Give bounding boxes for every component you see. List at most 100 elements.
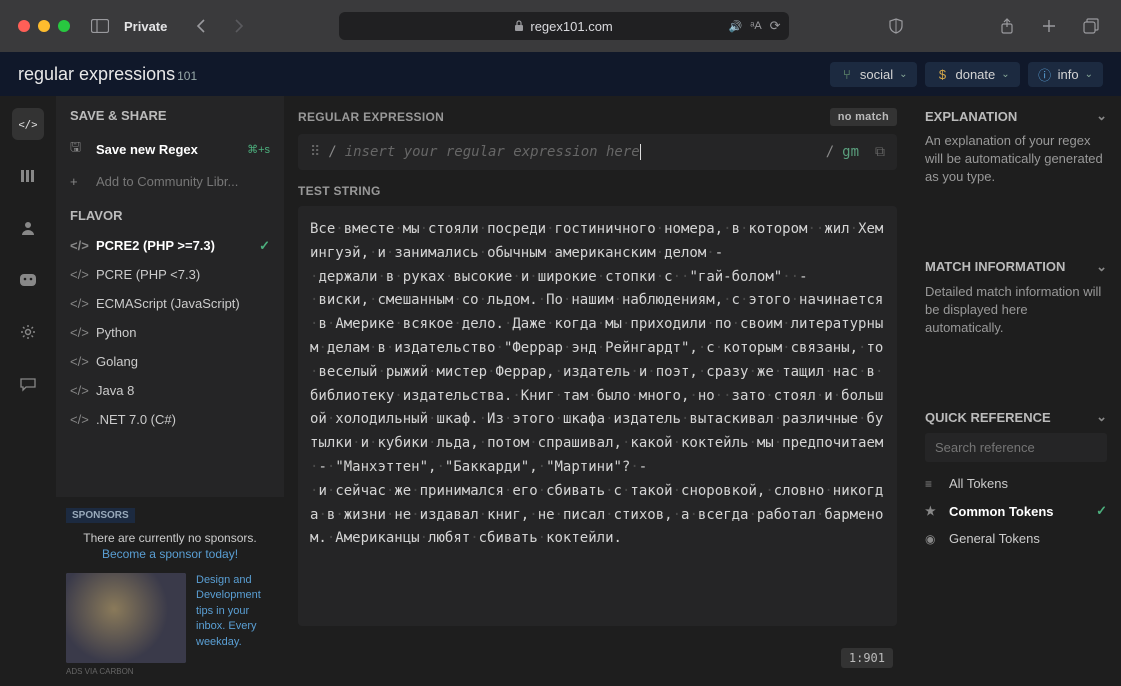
sponsors-badge: SPONSORS [66, 508, 135, 523]
flavor-java[interactable]: </>Java 8 [56, 376, 284, 405]
code-icon: </> [70, 412, 86, 427]
audio-icon[interactable]: 🔊 [729, 20, 743, 33]
save-new-regex[interactable]: 🖫 Save new Regex ⌘+s [56, 131, 284, 167]
test-string-label: TEST STRING [298, 184, 897, 198]
code-icon: </> [70, 325, 86, 340]
sponsors-panel: SPONSORS There are currently no sponsors… [56, 497, 284, 686]
info-menu[interactable]: ⓘinfo⌄ [1028, 62, 1103, 87]
carbon-label: ADS VIA CARBON [66, 667, 274, 676]
new-tab-icon[interactable] [1037, 14, 1061, 38]
quick-ref-search[interactable] [925, 433, 1107, 462]
rail-chat-icon[interactable] [12, 368, 44, 400]
rail-regex-icon[interactable]: </> [12, 108, 44, 140]
translate-icon[interactable]: ᵃA [750, 20, 761, 32]
cursor-position: 1:901 [841, 648, 893, 668]
test-string-section: TEST STRING Все·вместе·мы·стояли·посреди… [298, 184, 897, 626]
ref-all-tokens[interactable]: ≡All Tokens [925, 470, 1107, 497]
copy-icon[interactable]: ⧉ [875, 144, 885, 160]
traffic-lights [18, 20, 70, 32]
sponsors-none: There are currently no sponsors. [66, 531, 274, 545]
circle-icon: ◉ [925, 532, 939, 546]
explanation-header[interactable]: EXPLANATION⌄ [925, 108, 1107, 124]
add-community[interactable]: + Add to Community Libr... [56, 167, 284, 196]
rail-settings-icon[interactable] [12, 316, 44, 348]
match-info-section: MATCH INFORMATION⌄ Detailed match inform… [925, 259, 1107, 338]
reload-icon[interactable]: ⟳ [770, 18, 781, 34]
flavor-ecmascript[interactable]: </>ECMAScript (JavaScript) [56, 289, 284, 318]
flavor-golang[interactable]: </>Golang [56, 347, 284, 376]
save-share-header: SAVE & SHARE [56, 96, 284, 131]
code-icon: </> [70, 383, 86, 398]
sidebar: SAVE & SHARE 🖫 Save new Regex ⌘+s + Add … [56, 96, 284, 686]
url-bar[interactable]: regex101.com 🔊 ᵃA ⟳ [339, 12, 789, 40]
carbon-ad[interactable]: Design and Development tips in your inbo… [66, 573, 274, 663]
app-header: regular expressions101 ⑂social⌄ $donate⌄… [0, 52, 1121, 96]
code-icon: </> [70, 354, 86, 369]
ref-general-tokens[interactable]: ◉General Tokens [925, 525, 1107, 552]
left-rail: </> [0, 96, 56, 686]
url-text: regex101.com [530, 19, 612, 34]
lock-icon [514, 20, 524, 32]
flavor-pcre2[interactable]: </>PCRE2 (PHP >=7.3)✓ [56, 231, 284, 260]
ad-image [66, 573, 186, 663]
star-icon: ★ [925, 504, 939, 518]
explanation-body: An explanation of your regex will be aut… [925, 132, 1107, 187]
code-icon: </> [70, 296, 86, 311]
chevron-down-icon: ⌄ [899, 69, 907, 80]
sidebar-toggle-icon[interactable] [88, 14, 112, 38]
regex-input[interactable]: ⠿ / insert your regular expression here … [298, 134, 897, 170]
chevron-down-icon: ⌄ [1085, 69, 1093, 80]
match-status: no match [830, 108, 897, 126]
chevron-down-icon: ⌄ [1096, 409, 1107, 425]
donate-menu[interactable]: $donate⌄ [925, 62, 1019, 87]
forward-button[interactable] [227, 14, 251, 38]
regex-placeholder: insert your regular expression here [345, 144, 818, 160]
close-window[interactable] [18, 20, 30, 32]
quick-ref-section: QUICK REFERENCE⌄ ≡All Tokens ★Common Tok… [925, 409, 1107, 552]
quick-ref-header[interactable]: QUICK REFERENCE⌄ [925, 409, 1107, 425]
logo[interactable]: regular expressions101 [18, 64, 197, 85]
flavor-dotnet[interactable]: </>.NET 7.0 (C#) [56, 405, 284, 434]
tabs-icon[interactable] [1079, 14, 1103, 38]
chevron-down-icon: ⌄ [1001, 69, 1009, 80]
rail-library-icon[interactable] [12, 160, 44, 192]
list-icon: ≡ [925, 477, 939, 491]
chevron-down-icon: ⌄ [1096, 259, 1107, 275]
info-icon: ⓘ [1038, 67, 1052, 81]
dollar-icon: $ [935, 67, 949, 81]
check-icon: ✓ [259, 238, 270, 254]
rail-quiz-icon[interactable] [12, 264, 44, 296]
branch-icon: ⑂ [840, 67, 854, 81]
ref-common-tokens[interactable]: ★Common Tokens✓ [925, 497, 1107, 525]
minimize-window[interactable] [38, 20, 50, 32]
regex-section-label: REGULAR EXPRESSION no match [298, 108, 897, 126]
save-shortcut: ⌘+s [247, 143, 270, 156]
explanation-section: EXPLANATION⌄ An explanation of your rege… [925, 108, 1107, 187]
drag-handle-icon[interactable]: ⠿ [310, 144, 320, 160]
become-sponsor-link[interactable]: Become a sponsor today! [66, 547, 274, 561]
back-button[interactable] [189, 14, 213, 38]
plus-icon: + [70, 174, 86, 189]
test-string-input[interactable]: Все·вместе·мы·стояли·посреди·гостиничног… [298, 206, 897, 626]
browser-titlebar: Private regex101.com 🔊 ᵃA ⟳ [0, 0, 1121, 52]
code-icon: </> [70, 267, 86, 282]
flavor-python[interactable]: </>Python [56, 318, 284, 347]
share-icon[interactable] [995, 14, 1019, 38]
maximize-window[interactable] [58, 20, 70, 32]
match-info-body: Detailed match information will be displ… [925, 283, 1107, 338]
right-panel: EXPLANATION⌄ An explanation of your rege… [911, 96, 1121, 686]
rail-account-icon[interactable] [12, 212, 44, 244]
text-cursor [640, 144, 641, 160]
private-label: Private [124, 19, 167, 34]
flavor-pcre[interactable]: </>PCRE (PHP <7.3) [56, 260, 284, 289]
social-menu[interactable]: ⑂social⌄ [830, 62, 918, 87]
save-icon: 🖫 [70, 138, 86, 160]
shield-icon[interactable] [884, 14, 908, 38]
center-panel: REGULAR EXPRESSION no match ⠿ / insert y… [284, 96, 911, 686]
main-layout: </> SAVE & SHARE 🖫 Save new Regex ⌘+s + … [0, 96, 1121, 686]
regex-flags[interactable]: gm [842, 144, 859, 160]
chevron-down-icon: ⌄ [1096, 108, 1107, 124]
code-icon: </> [70, 238, 86, 253]
flavor-header: FLAVOR [56, 196, 284, 231]
match-info-header[interactable]: MATCH INFORMATION⌄ [925, 259, 1107, 275]
